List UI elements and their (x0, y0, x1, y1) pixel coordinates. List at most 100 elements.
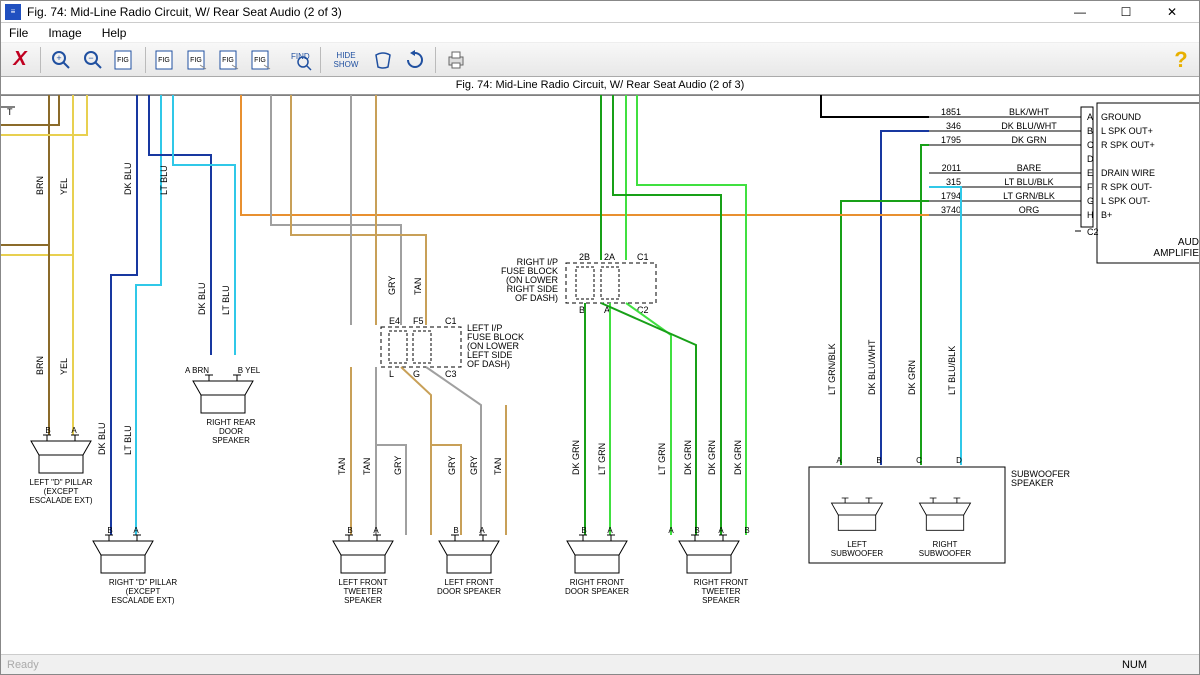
svg-text:DK BLU/WHT: DK BLU/WHT (1001, 121, 1057, 131)
refresh-button[interactable] (400, 46, 430, 74)
svg-text:DK GRN: DK GRN (1011, 135, 1046, 145)
menu-image[interactable]: Image (44, 24, 85, 42)
svg-text:G: G (413, 369, 420, 379)
svg-text:DK BLU: DK BLU (123, 162, 133, 195)
svg-text:LT GRN: LT GRN (597, 443, 607, 475)
svg-text:RIGHT FRONTDOOR SPEAKER: RIGHT FRONTDOOR SPEAKER (565, 578, 629, 596)
svg-text:A: A (668, 526, 674, 535)
fig-button-3[interactable]: FIG (183, 46, 213, 74)
svg-text:GRY: GRY (447, 456, 457, 475)
svg-text:A: A (607, 526, 613, 535)
menu-help[interactable]: Help (98, 24, 131, 42)
fig-button-4[interactable]: FIG (215, 46, 245, 74)
right-d-pillar-speaker: BA RIGHT "D" PILLAR(EXCEPTESCALADE EXT) (93, 526, 177, 605)
svg-text:FIG: FIG (117, 57, 129, 64)
menu-bar: File Image Help (1, 23, 1199, 43)
title-bar: ≡ Fig. 74: Mid-Line Radio Circuit, W/ Re… (1, 1, 1199, 23)
fig-button-2[interactable]: FIG (151, 46, 181, 74)
svg-text:FIG: FIG (222, 57, 234, 64)
svg-text:B: B (581, 526, 586, 535)
svg-text:TAN: TAN (362, 458, 372, 475)
svg-text:C2: C2 (1087, 227, 1099, 237)
svg-text:R SPK OUT+: R SPK OUT+ (1101, 140, 1155, 150)
svg-text:D: D (1087, 154, 1094, 164)
svg-text:DK BLU/WHT: DK BLU/WHT (867, 339, 877, 395)
right-front-door-speaker: B A RIGHT FRONTDOOR SPEAKER (565, 526, 629, 596)
svg-text:2A: 2A (604, 252, 615, 262)
svg-text:H: H (1087, 210, 1094, 220)
zoom-out-button[interactable]: − (78, 46, 108, 74)
svg-text:LT BLU: LT BLU (221, 285, 231, 315)
svg-text:TAN: TAN (493, 458, 503, 475)
window-controls: — ☐ ✕ (1057, 2, 1195, 22)
svg-text:LT BLU/BLK: LT BLU/BLK (1004, 177, 1053, 187)
svg-text:DK BLU: DK BLU (197, 282, 207, 315)
svg-text:DRAIN WIRE: DRAIN WIRE (1101, 168, 1155, 178)
bucket-button[interactable] (368, 46, 398, 74)
app-icon: ≡ (5, 4, 21, 20)
svg-text:SUBWOOFERSPEAKER: SUBWOOFERSPEAKER (1011, 469, 1071, 488)
help-button[interactable]: ? (1167, 46, 1195, 74)
right-ip-fuse-block: 2B2AC1 BAC2 RIGHT I/PFUSE BLOCK(ON LOWER… (501, 252, 656, 315)
fig-button-5[interactable]: FIG (247, 46, 277, 74)
svg-text:FIG: FIG (190, 57, 202, 64)
svg-text:LEFT I/PFUSE BLOCK(ON LOWERLEF: LEFT I/PFUSE BLOCK(ON LOWERLEFT SIDEOF D… (467, 323, 524, 369)
svg-text:L SPK OUT+: L SPK OUT+ (1101, 126, 1153, 136)
svg-text:GRY: GRY (387, 276, 397, 295)
svg-text:BLK/WHT: BLK/WHT (1009, 107, 1050, 117)
svg-text:YEL: YEL (59, 178, 69, 195)
svg-text:G: G (1087, 196, 1094, 206)
svg-text:3740: 3740 (941, 205, 961, 215)
svg-text:A: A (479, 526, 485, 535)
svg-text:TAN: TAN (337, 458, 347, 475)
minimize-button[interactable]: — (1057, 2, 1103, 22)
svg-text:DK GRN: DK GRN (683, 440, 693, 475)
maximize-button[interactable]: ☐ (1103, 2, 1149, 22)
close-window-button[interactable]: ✕ (1149, 2, 1195, 22)
svg-text:LT GRN/BLK: LT GRN/BLK (1003, 191, 1055, 201)
svg-text:T: T (7, 107, 13, 117)
svg-text:315: 315 (946, 177, 961, 187)
svg-text:GRY: GRY (393, 456, 403, 475)
menu-file[interactable]: File (5, 24, 32, 42)
svg-text:B: B (744, 526, 749, 535)
svg-text:F: F (1087, 182, 1093, 192)
subwoofer-speaker: A B C D LEFTSUBWOOFER RIGHTSUBWOOFER SUB… (809, 456, 1071, 563)
svg-text:RIGHT "D" PILLAR(EXCEPTESCALAD: RIGHT "D" PILLAR(EXCEPTESCALADE EXT) (109, 578, 177, 605)
svg-text:DK GRN: DK GRN (907, 360, 917, 395)
fig-button-1[interactable]: FIG (110, 46, 140, 74)
svg-text:L: L (389, 369, 394, 379)
svg-text:A: A (1087, 112, 1093, 122)
svg-text:FIG: FIG (254, 57, 266, 64)
svg-text:YEL: YEL (59, 358, 69, 375)
svg-text:B: B (107, 526, 112, 535)
svg-text:LEFT "D" PILLAR(EXCEPTESCALADE: LEFT "D" PILLAR(EXCEPTESCALADE EXT) (29, 478, 92, 505)
svg-text:DK GRN: DK GRN (707, 440, 717, 475)
svg-text:LT GRN: LT GRN (657, 443, 667, 475)
close-button[interactable]: X (5, 46, 35, 74)
zoom-in-button[interactable]: + (46, 46, 76, 74)
svg-text:A: A (71, 426, 77, 435)
svg-text:B+: B+ (1101, 210, 1112, 220)
svg-text:RIGHT I/PFUSE BLOCK(ON LOWERRI: RIGHT I/PFUSE BLOCK(ON LOWERRIGHT SIDEOF… (501, 257, 559, 303)
svg-text:1794: 1794 (941, 191, 961, 201)
document-title: Fig. 74: Mid-Line Radio Circuit, W/ Rear… (1, 77, 1199, 95)
left-front-door-speaker: BA LEFT FRONTDOOR SPEAKER (437, 526, 501, 596)
hide-show-button[interactable]: HIDE SHOW (326, 46, 366, 74)
diagram-canvas[interactable]: 1851BLK/WHTAGROUND 346DK BLU/WHTBL SPK O… (1, 95, 1199, 654)
svg-text:LT BLU/BLK: LT BLU/BLK (947, 346, 957, 395)
svg-text:A: A (836, 456, 842, 465)
svg-text:B: B (347, 526, 352, 535)
app-window: ≡ Fig. 74: Mid-Line Radio Circuit, W/ Re… (0, 0, 1200, 675)
print-button[interactable] (441, 46, 471, 74)
svg-text:ORG: ORG (1019, 205, 1040, 215)
svg-text:2B: 2B (579, 252, 590, 262)
svg-text:D: D (956, 456, 962, 465)
svg-text:DK GRN: DK GRN (571, 440, 581, 475)
find-button[interactable]: FIND (279, 46, 315, 74)
svg-text:DK BLU: DK BLU (97, 422, 107, 455)
svg-text:LEFTSUBWOOFER: LEFTSUBWOOFER (831, 540, 884, 558)
svg-text:AUDAMPLIFIE: AUDAMPLIFIE (1153, 237, 1199, 259)
right-rear-door-speaker: A BRNB YEL RIGHT REARDOORSPEAKER (185, 366, 261, 445)
svg-text:RIGHT FRONTTWEETERSPEAKER: RIGHT FRONTTWEETERSPEAKER (694, 578, 749, 605)
